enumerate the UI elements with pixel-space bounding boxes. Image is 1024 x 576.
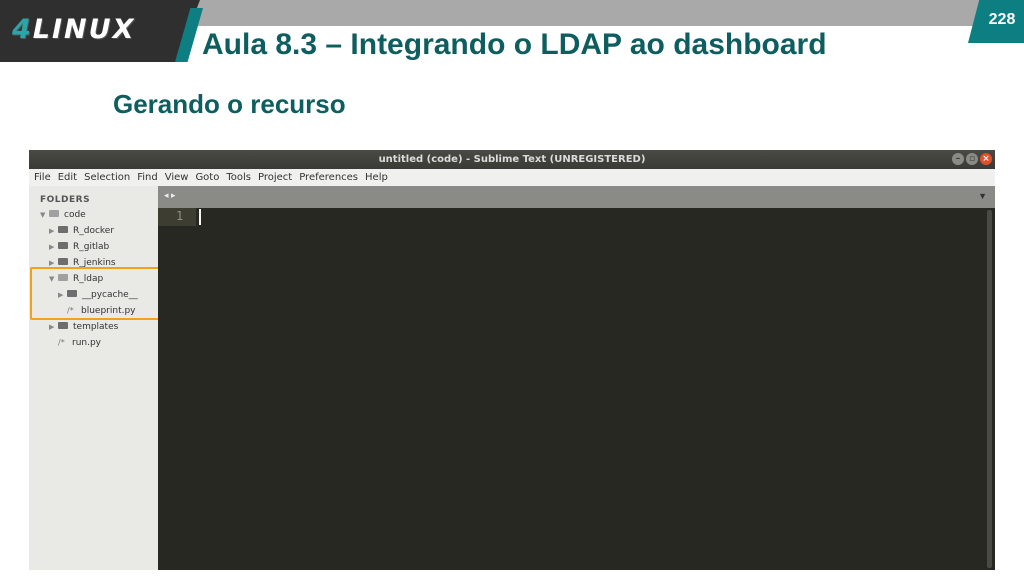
tree-item-label: code — [64, 210, 86, 220]
tree-item-label: R_docker — [73, 226, 115, 236]
collapsed-arrow-icon[interactable]: ▶ — [49, 224, 58, 238]
logo-word: LINUX — [32, 14, 136, 45]
tree-item-label: run.py — [72, 338, 102, 348]
tab-bar: ◂ ▸ ▼ — [158, 186, 995, 208]
tree-item-templates[interactable]: ▶ templates — [49, 320, 118, 334]
page-number: 228 — [988, 11, 1016, 28]
text-cursor — [199, 209, 201, 225]
menu-bar: File Edit Selection Find View Goto Tools… — [29, 169, 995, 186]
file-icon: /* — [58, 338, 65, 347]
collapsed-arrow-icon[interactable]: ▶ — [49, 320, 58, 334]
menu-project[interactable]: Project — [258, 172, 292, 183]
window-controls: – ▫ × — [952, 153, 992, 165]
tree-item-code[interactable]: ▼ code — [40, 208, 86, 222]
tab-scroll-arrows-icon[interactable]: ◂ ▸ — [164, 190, 176, 201]
menu-selection[interactable]: Selection — [84, 172, 130, 183]
brand-logo: 4LINUX — [12, 14, 135, 45]
folders-sidebar: FOLDERS ▼ code ▶ R_docker ▶ R_gitlab ▶ R_jen… — [29, 186, 160, 570]
folder-icon — [58, 226, 68, 233]
folders-heading: FOLDERS — [40, 195, 91, 205]
highlight-box — [30, 267, 160, 320]
folder-icon — [58, 258, 68, 265]
tree-item-label: R_gitlab — [73, 242, 110, 252]
folder-open-icon — [49, 210, 59, 217]
minimize-icon[interactable]: – — [952, 153, 964, 165]
tree-item-r-gitlab[interactable]: ▶ R_gitlab — [49, 240, 109, 254]
folder-icon — [58, 322, 68, 329]
tree-item-label: templates — [73, 322, 119, 332]
slide-subtitle: Gerando o recurso — [113, 89, 346, 119]
menu-edit[interactable]: Edit — [58, 172, 77, 183]
window-title: untitled (code) - Sublime Text (UNREGIST… — [378, 154, 646, 165]
expanded-arrow-icon[interactable]: ▼ — [40, 208, 49, 222]
editor-area[interactable]: 1 — [158, 208, 995, 570]
scrollbar[interactable] — [987, 210, 992, 568]
menu-file[interactable]: File — [34, 172, 51, 183]
menu-tools[interactable]: Tools — [226, 172, 251, 183]
tree-item-run[interactable]: /* run.py — [58, 336, 101, 350]
slide-title: Aula 8.3 – Integrando o LDAP ao dashboar… — [202, 28, 827, 61]
folder-icon — [58, 242, 68, 249]
tab-dropdown-icon[interactable]: ▼ — [978, 191, 987, 201]
collapsed-arrow-icon[interactable]: ▶ — [49, 240, 58, 254]
line-number: 1 — [176, 209, 184, 223]
sublime-window: untitled (code) - Sublime Text (UNREGIST… — [29, 150, 995, 570]
menu-help[interactable]: Help — [365, 172, 388, 183]
window-titlebar[interactable]: untitled (code) - Sublime Text (UNREGIST… — [29, 150, 995, 169]
menu-goto[interactable]: Goto — [195, 172, 219, 183]
menu-preferences[interactable]: Preferences — [299, 172, 358, 183]
menu-view[interactable]: View — [165, 172, 189, 183]
menu-find[interactable]: Find — [137, 172, 158, 183]
close-icon[interactable]: × — [980, 153, 992, 165]
tree-item-r-docker[interactable]: ▶ R_docker — [49, 224, 114, 238]
maximize-icon[interactable]: ▫ — [966, 153, 978, 165]
logo-digit: 4 — [12, 14, 33, 45]
